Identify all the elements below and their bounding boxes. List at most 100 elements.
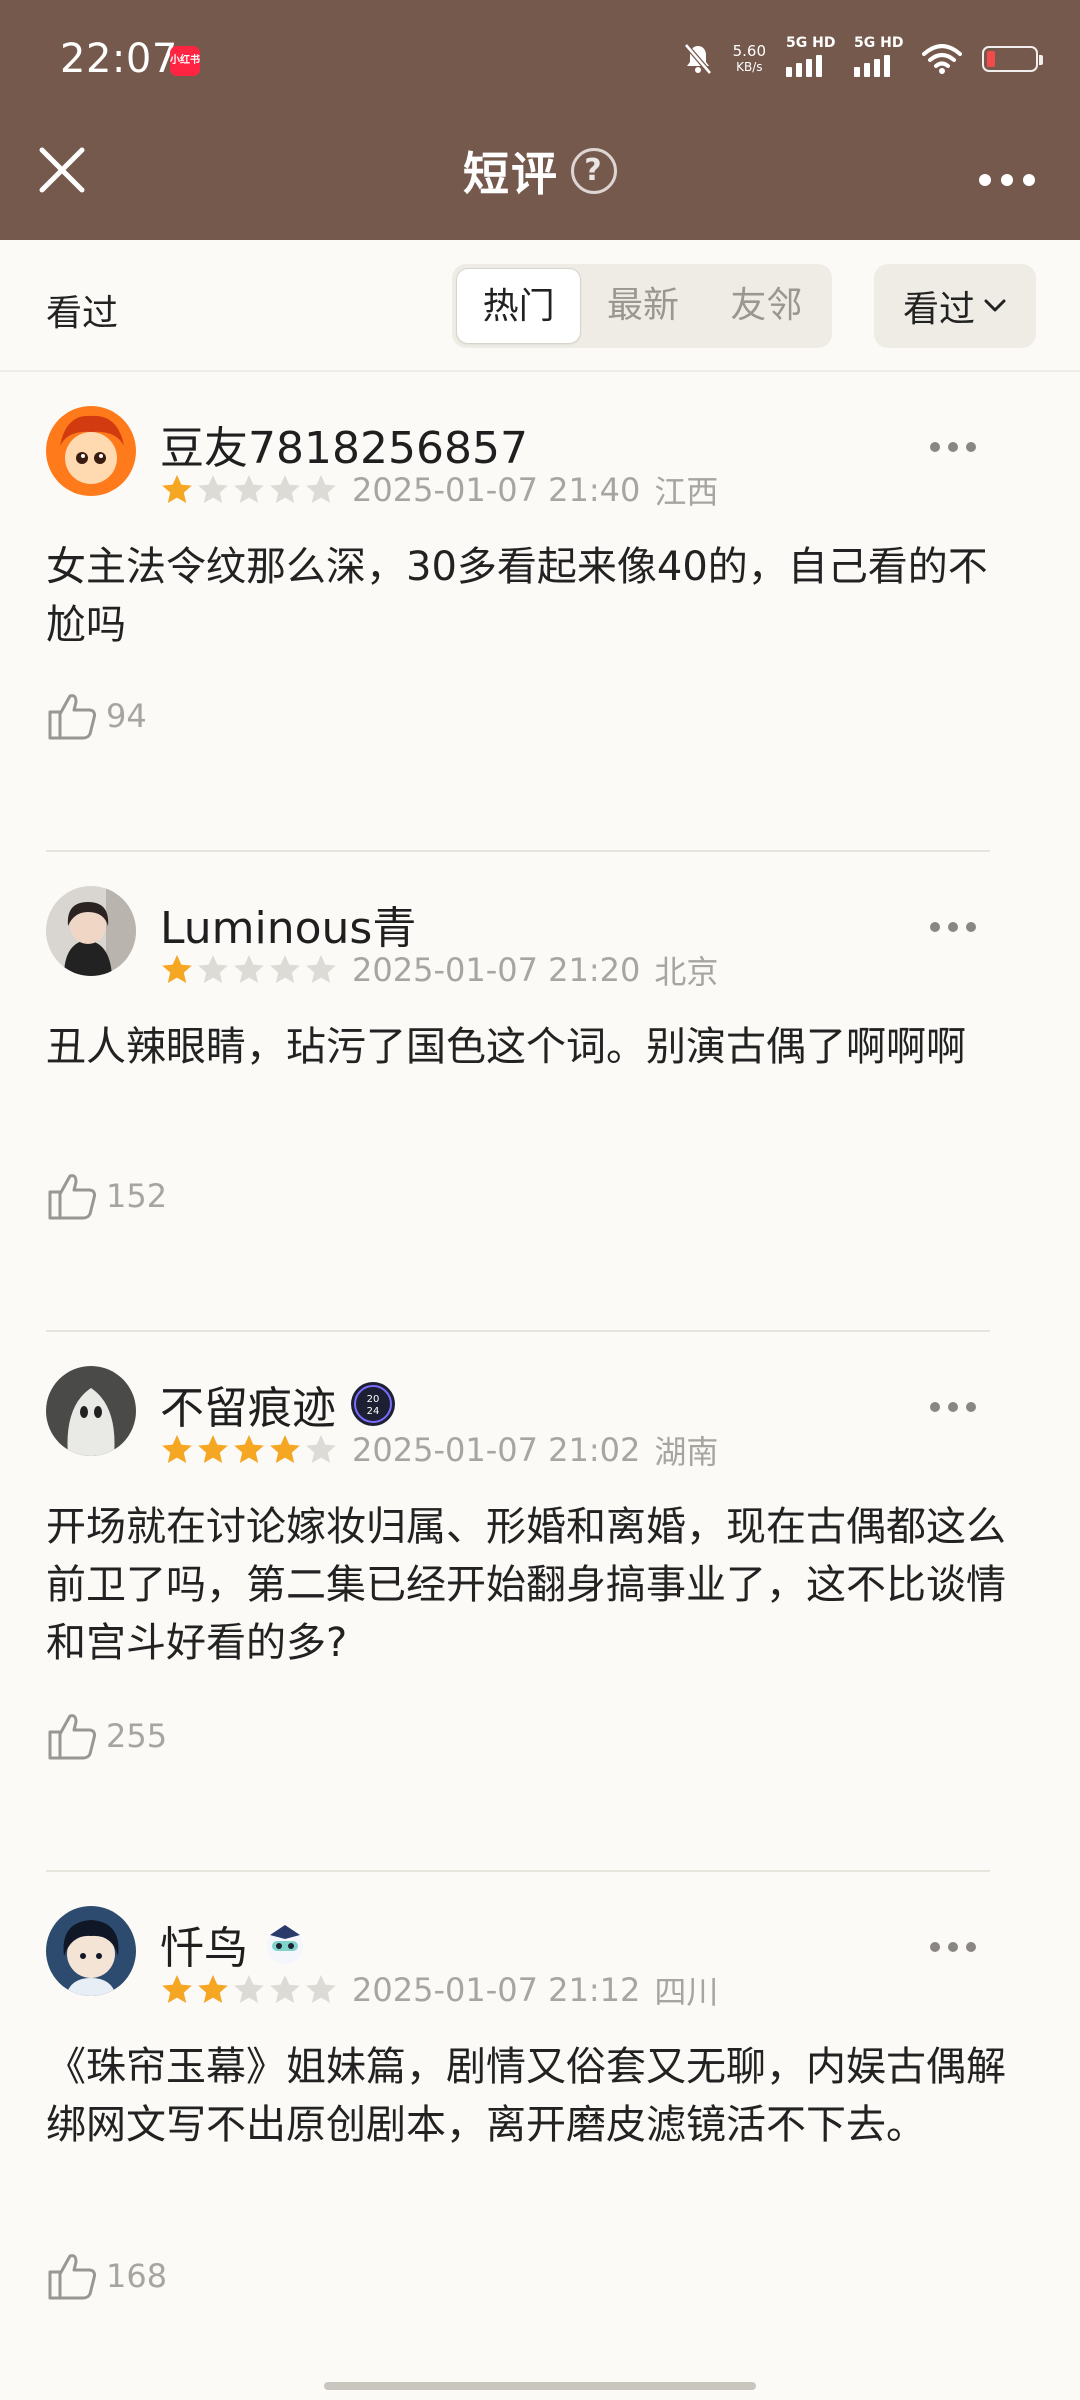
star-empty-icon: [234, 955, 264, 983]
watched-label: 看过: [46, 293, 119, 334]
review-date: 2025-01-07 21:40: [352, 471, 641, 509]
username[interactable]: 不留痕迹 20 24: [160, 1372, 396, 1436]
review-meta: 2025-01-07 21:12 四川: [160, 1970, 719, 2011]
signal-1-icon: 5G HD: [786, 35, 835, 77]
star-empty-icon: [306, 475, 336, 503]
review-location: 江西: [654, 473, 719, 511]
star-empty-icon: [306, 1975, 336, 2003]
star-filled-icon: [162, 1975, 192, 2003]
star-filled-icon: [234, 1435, 264, 1463]
status-bar: 22:07 小红书 5.60 KB/s 5G HD 5G HD: [0, 0, 1080, 120]
review-meta: 2025-01-07 21:40 江西: [160, 470, 719, 511]
review-location: 四川: [654, 1973, 719, 2011]
like-count: 255: [106, 1717, 168, 1755]
like-button[interactable]: 168: [46, 2250, 167, 2302]
signal-2-icon: 5G HD: [854, 35, 903, 77]
filter-bar: 看过 热门 最新 友邻 看过: [0, 240, 1080, 372]
status-time: 22:07: [60, 36, 178, 82]
more-icon[interactable]: [930, 1402, 976, 1412]
star-empty-icon: [270, 475, 300, 503]
star-empty-icon: [234, 475, 264, 503]
rating-stars: [160, 1973, 338, 2007]
home-indicator[interactable]: [324, 2382, 756, 2390]
like-button[interactable]: 94: [46, 690, 147, 742]
tab-hot[interactable]: 热门: [456, 268, 582, 344]
review-location: 北京: [654, 953, 719, 991]
like-button[interactable]: 152: [46, 1170, 167, 1222]
star-filled-icon: [162, 1435, 192, 1463]
like-count: 94: [106, 697, 147, 735]
avatar[interactable]: [46, 1366, 136, 1456]
avatar[interactable]: [46, 886, 136, 976]
avatar[interactable]: [46, 406, 136, 496]
svg-text:20: 20: [367, 1394, 380, 1405]
like-count: 152: [106, 1177, 168, 1215]
star-empty-icon: [198, 475, 228, 503]
battery-icon: [982, 46, 1043, 72]
network-speed: 5.60 KB/s: [733, 43, 766, 75]
tab-friends[interactable]: 友邻: [705, 268, 828, 344]
star-empty-icon: [306, 1435, 336, 1463]
review-item: Luminous青 2025-01-07 21:20 北京 丑人辣眼睛，玷污了国…: [0, 852, 1080, 1332]
year-2024-badge-icon: 20 24: [351, 1382, 395, 1426]
more-icon[interactable]: [930, 442, 976, 452]
thumbs-up-icon: [48, 2254, 96, 2300]
sort-tabs: 热门 最新 友邻: [452, 264, 832, 348]
review-list: 豆友7818256857 2025-01-07 21:40 江西 女主法令纹那么…: [0, 372, 1080, 2400]
username-text: 豆友7818256857: [160, 423, 528, 474]
username-text: Luminous青: [160, 903, 417, 954]
page-title: 短评?: [0, 138, 1080, 204]
star-empty-icon: [306, 955, 336, 983]
username-text: 不留痕迹: [160, 1383, 336, 1434]
tab-latest[interactable]: 最新: [581, 268, 704, 344]
review-content: 《珠帘玉幕》姐妹篇，剧情又俗套又无聊，内娱古偶解绑网文写不出原创剧本，离开磨皮滤…: [46, 2044, 1006, 2148]
username[interactable]: 忏鸟: [160, 1912, 308, 1976]
review-date: 2025-01-07 21:20: [352, 951, 641, 989]
star-empty-icon: [270, 955, 300, 983]
username[interactable]: 豆友7818256857: [160, 412, 528, 476]
status-filter-label: 看过: [902, 289, 975, 330]
more-icon[interactable]: [930, 1942, 976, 1952]
star-empty-icon: [234, 1975, 264, 2003]
review-content: 丑人辣眼睛，玷污了国色这个词。别演古偶了啊啊啊: [46, 1024, 966, 1070]
username[interactable]: Luminous青: [160, 892, 416, 956]
review-item: 忏鸟 2025-01-07 21:12 四川 《珠帘玉幕》姐妹篇，剧情又俗套又无…: [0, 1872, 1080, 2400]
star-empty-icon: [198, 955, 228, 983]
network-speed-value: 5.60: [732, 42, 766, 60]
rating-stars: [160, 1433, 338, 1467]
thumbs-up-icon: [48, 694, 96, 740]
review-item: 不留痕迹 20 24 2025-01-07 21:02 湖南 开场就在讨论嫁妆归…: [0, 1332, 1080, 1872]
thumbs-up-icon: [48, 1174, 96, 1220]
signal-2-label: 5G HD: [854, 35, 904, 51]
page-title-text: 短评: [463, 147, 559, 201]
like-count: 168: [106, 2257, 168, 2295]
app-header: 22:07 小红书 5.60 KB/s 5G HD 5G HD 短评 ?: [0, 0, 1080, 240]
star-filled-icon: [162, 475, 192, 503]
signal-1-label: 5G HD: [786, 35, 836, 51]
thumbs-up-icon: [48, 1714, 96, 1760]
review-date: 2025-01-07 21:12: [352, 1971, 641, 2009]
mute-bell-icon: [683, 43, 712, 75]
status-filter-dropdown[interactable]: 看过: [874, 264, 1036, 348]
help-icon[interactable]: ?: [571, 148, 617, 194]
avatar[interactable]: [46, 1906, 136, 1996]
like-button[interactable]: 255: [46, 1710, 167, 1762]
review-item: 豆友7818256857 2025-01-07 21:40 江西 女主法令纹那么…: [0, 372, 1080, 852]
wifi-icon: [922, 44, 962, 74]
more-icon[interactable]: [930, 922, 976, 932]
star-filled-icon: [270, 1435, 300, 1463]
chevron-down-icon: [984, 299, 1006, 312]
review-content: 女主法令纹那么深，30多看起来像40的，自己看的不尬吗: [46, 544, 988, 648]
status-icons: 5.60 KB/s 5G HD 5G HD: [683, 34, 1043, 84]
star-filled-icon: [198, 1975, 228, 2003]
star-filled-icon: [198, 1435, 228, 1463]
app-notification-icon: 小红书: [170, 46, 200, 76]
username-text: 忏鸟: [160, 1923, 248, 1974]
more-options-button[interactable]: [972, 160, 1042, 200]
svg-text:24: 24: [367, 1406, 380, 1417]
review-meta: 2025-01-07 21:20 北京: [160, 950, 719, 991]
review-date: 2025-01-07 21:02: [352, 1431, 641, 1469]
network-speed-unit: KB/s: [736, 60, 763, 74]
cartoon-badge-icon: [267, 1925, 303, 1964]
title-bar: 短评?: [0, 120, 1080, 240]
